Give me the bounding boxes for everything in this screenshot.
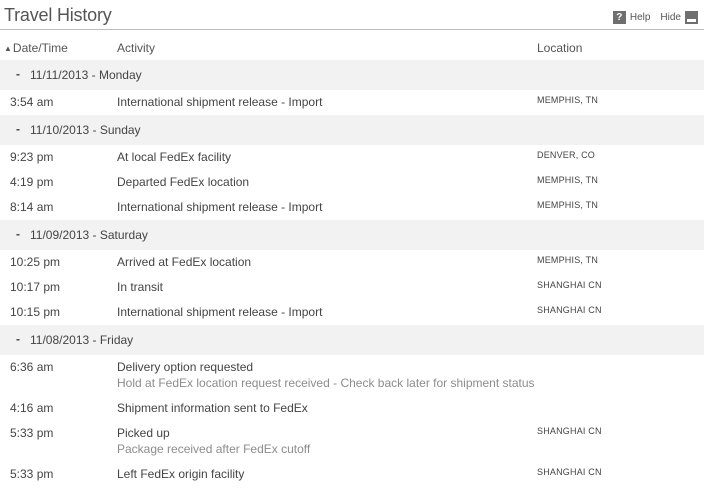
- row-time: 10:25 pm: [10, 255, 61, 269]
- date-group-label: 11/08/2013 - Friday: [30, 333, 134, 347]
- history-row: 9:23 pm At local FedEx facility DENVER, CO: [0, 145, 704, 170]
- column-header-date[interactable]: ▲Date/Time: [4, 41, 68, 55]
- row-location: MEMPHIS, TN: [537, 255, 599, 265]
- collapse-toggle[interactable]: -: [16, 67, 20, 81]
- row-activity: In transit: [117, 280, 164, 294]
- row-time: 9:23 pm: [10, 150, 54, 164]
- group-day: Monday: [98, 68, 142, 82]
- column-header-activity: Activity: [117, 41, 156, 55]
- row-activity: International shipment release - Import: [117, 95, 323, 109]
- row-location: SHANGHAI CN: [537, 426, 602, 436]
- row-time: 10:17 pm: [10, 280, 61, 294]
- date-group-header[interactable]: -11/11/2013 - Monday: [0, 60, 704, 90]
- row-time: 10:15 pm: [10, 305, 61, 319]
- hide-link[interactable]: Hide: [660, 12, 681, 23]
- history-row: 10:15 pm International shipment release -…: [0, 300, 704, 325]
- row-activity: Delivery option requested: [117, 360, 254, 374]
- row-location: MEMPHIS, TN: [537, 95, 599, 105]
- group-date: 11/09/2013: [30, 228, 90, 242]
- row-activity: International shipment release - Import: [117, 305, 323, 319]
- row-activity-detail: Package received after FedEx cutoff: [117, 442, 311, 456]
- column-header-date-label: Date/Time: [12, 41, 68, 55]
- collapse-toggle[interactable]: -: [16, 122, 20, 136]
- row-time: 8:14 am: [10, 200, 54, 214]
- group-day: Saturday: [99, 228, 148, 242]
- group-date: 11/10/2013: [30, 123, 90, 137]
- row-location: DENVER, CO: [537, 150, 596, 160]
- group-date: 11/08/2013: [30, 333, 90, 347]
- help-link[interactable]: Help: [630, 12, 651, 23]
- history-row: 6:36 am Delivery option requested Hold at …: [0, 355, 704, 396]
- help-icon[interactable]: ?: [612, 11, 626, 24]
- row-time: 3:54 am: [10, 95, 54, 109]
- row-location: SHANGHAI CN: [537, 467, 602, 477]
- row-time: 4:19 pm: [10, 175, 54, 189]
- row-location: SHANGHAI CN: [537, 280, 602, 290]
- date-group-header[interactable]: -11/08/2013 - Friday: [0, 325, 704, 355]
- date-group-label: 11/09/2013 - Saturday: [30, 228, 148, 242]
- column-headers: ▲Date/Time Activity Location: [0, 30, 704, 60]
- minimize-icon[interactable]: [685, 11, 698, 24]
- row-activity: Shipment information sent to FedEx: [117, 401, 308, 415]
- row-time: 5:33 pm: [10, 467, 54, 481]
- history-row: 10:25 pm Arrived at FedEx location MEMPHIS…: [0, 250, 704, 275]
- row-time: 6:36 am: [10, 360, 54, 374]
- row-activity: Departed FedEx location: [117, 175, 250, 189]
- history-row: 10:17 pm In transit SHANGHAI CN: [0, 275, 704, 300]
- date-group-label: 11/11/2013 - Monday: [30, 68, 142, 82]
- column-header-location: Location: [537, 41, 583, 55]
- row-location: MEMPHIS, TN: [537, 200, 599, 210]
- date-group-header[interactable]: -11/09/2013 - Saturday: [0, 220, 704, 250]
- row-location: MEMPHIS, TN: [537, 175, 599, 185]
- row-activity: Left FedEx origin facility: [117, 467, 245, 481]
- history-row: 5:33 pm Left FedEx origin facility SHANGHA…: [0, 462, 704, 487]
- history-row: 4:16 am Shipment information sent to FedE…: [0, 396, 704, 421]
- history-row: 4:19 pm Departed FedEx location MEMPHIS, T…: [0, 170, 704, 195]
- sort-ascending-icon: ▲: [4, 44, 12, 53]
- row-activity: At local FedEx facility: [117, 150, 232, 164]
- group-date: 11/11/2013: [30, 68, 89, 82]
- travel-history-list: -11/11/2013 - Monday 3:54 am International…: [0, 60, 704, 487]
- row-activity: Picked up: [117, 426, 170, 440]
- history-row: 5:33 pm Picked up Package received after F…: [0, 421, 704, 462]
- date-group-header[interactable]: -11/10/2013 - Sunday: [0, 115, 704, 145]
- history-row: 8:14 am International shipment release - …: [0, 195, 704, 220]
- row-activity: Arrived at FedEx location: [117, 255, 252, 269]
- group-day: Sunday: [99, 123, 141, 137]
- row-activity: International shipment release - Import: [117, 200, 323, 214]
- row-time: 5:33 pm: [10, 426, 54, 440]
- travel-history-header: Travel History ? Help Hide: [0, 0, 704, 30]
- date-group-label: 11/10/2013 - Sunday: [30, 123, 141, 137]
- collapse-toggle[interactable]: -: [16, 332, 20, 346]
- collapse-toggle[interactable]: -: [16, 227, 20, 241]
- row-location: SHANGHAI CN: [537, 305, 602, 315]
- history-row: 3:54 am International shipment release - …: [0, 90, 704, 115]
- header-tools: ? Help Hide: [612, 11, 698, 24]
- row-activity-detail: Hold at FedEx location request received …: [117, 376, 535, 390]
- page-title: Travel History: [4, 5, 112, 25]
- row-time: 4:16 am: [10, 401, 54, 415]
- group-day: Friday: [99, 333, 134, 347]
